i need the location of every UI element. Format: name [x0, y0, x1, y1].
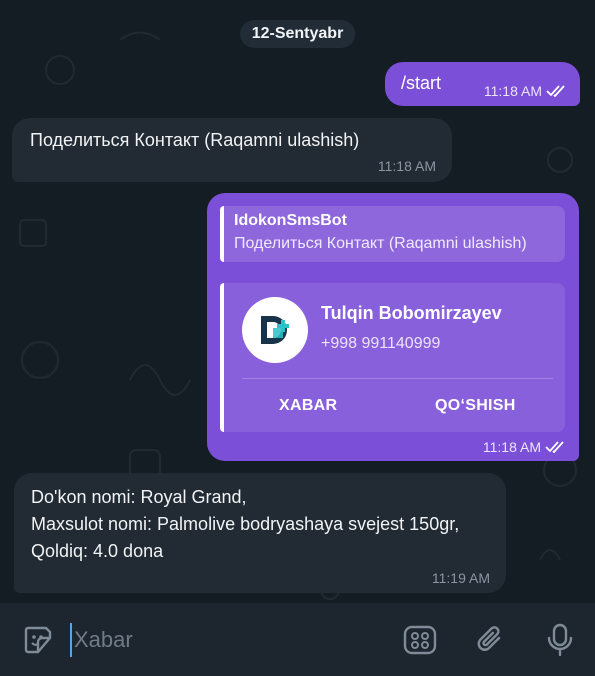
- microphone-icon: [547, 623, 573, 657]
- contact-name: Tulqin Bobomirzayev: [321, 303, 502, 323]
- message-input-placeholder: Xabar: [74, 627, 133, 652]
- message-meta: 11:18 AM: [378, 158, 436, 174]
- double-check-icon: [546, 85, 565, 97]
- attach-button[interactable]: [472, 622, 508, 658]
- divider: [242, 378, 553, 379]
- reply-text: Поделиться Контакт (Raqamni ulashish): [234, 235, 527, 252]
- message-meta: 11:19 AM: [432, 570, 490, 586]
- message-line: Qoldiq: 4.0 dona: [31, 541, 164, 561]
- message-text: /start: [401, 73, 442, 93]
- message-meta: 11:18 AM: [484, 83, 568, 99]
- message-time: 11:18 AM: [482, 439, 541, 455]
- paperclip-icon: [477, 626, 501, 651]
- apps-grid-icon: [403, 625, 437, 655]
- message-text: Поделиться Контакт (Raqamni ulashish): [30, 130, 360, 150]
- dokon-logo-icon: [261, 316, 289, 344]
- voice-record-button[interactable]: [542, 622, 578, 658]
- reply-preview[interactable]: IdokonSmsBot Поделиться Контакт (Raqamni…: [220, 206, 565, 262]
- message-line: Maxsulot nomi: Palmolive bodryashaya sve…: [31, 514, 460, 534]
- sticker-icon: [24, 626, 52, 654]
- message-line: Do'kon nomi: Royal Grand,: [31, 487, 247, 507]
- message-time: 11:19 AM: [431, 570, 490, 586]
- incoming-message-share-contact[interactable]: Поделиться Контакт (Raqamni ulashish) 11…: [12, 118, 452, 182]
- double-check-icon: [545, 441, 564, 453]
- message-contact-button[interactable]: XABAR: [279, 397, 337, 415]
- message-time: 11:18 AM: [377, 158, 436, 174]
- contact-phone: +998 991140999: [321, 335, 441, 352]
- message-meta: 11:18 AM: [483, 439, 567, 455]
- message-input[interactable]: Xabar: [70, 623, 370, 657]
- message-time: 11:18 AM: [483, 83, 542, 99]
- contact-card[interactable]: Tulqin Bobomirzayev +998 991140999 XABAR…: [220, 283, 565, 432]
- avatar[interactable]: [242, 297, 308, 363]
- sticker-button[interactable]: [20, 622, 56, 658]
- incoming-message-stock-info[interactable]: Do'kon nomi: Royal Grand, Maxsulot nomi:…: [14, 473, 506, 593]
- outgoing-contact-message[interactable]: IdokonSmsBot Поделиться Контакт (Raqamni…: [207, 193, 579, 461]
- message-text: Do'kon nomi: Royal Grand, Maxsulot nomi:…: [31, 484, 493, 565]
- bot-commands-button[interactable]: [402, 622, 438, 658]
- reply-sender: IdokonSmsBot: [234, 212, 347, 229]
- message-input-bar: Xabar: [0, 603, 595, 676]
- date-separator: 12-Sentyabr: [239, 20, 356, 48]
- add-contact-button[interactable]: QO‘SHISH: [435, 397, 516, 415]
- outgoing-message-start[interactable]: /start 11:18 AM: [385, 62, 580, 106]
- chat-area[interactable]: 12-Sentyabr /start 11:18 AM Поделиться К…: [0, 0, 595, 603]
